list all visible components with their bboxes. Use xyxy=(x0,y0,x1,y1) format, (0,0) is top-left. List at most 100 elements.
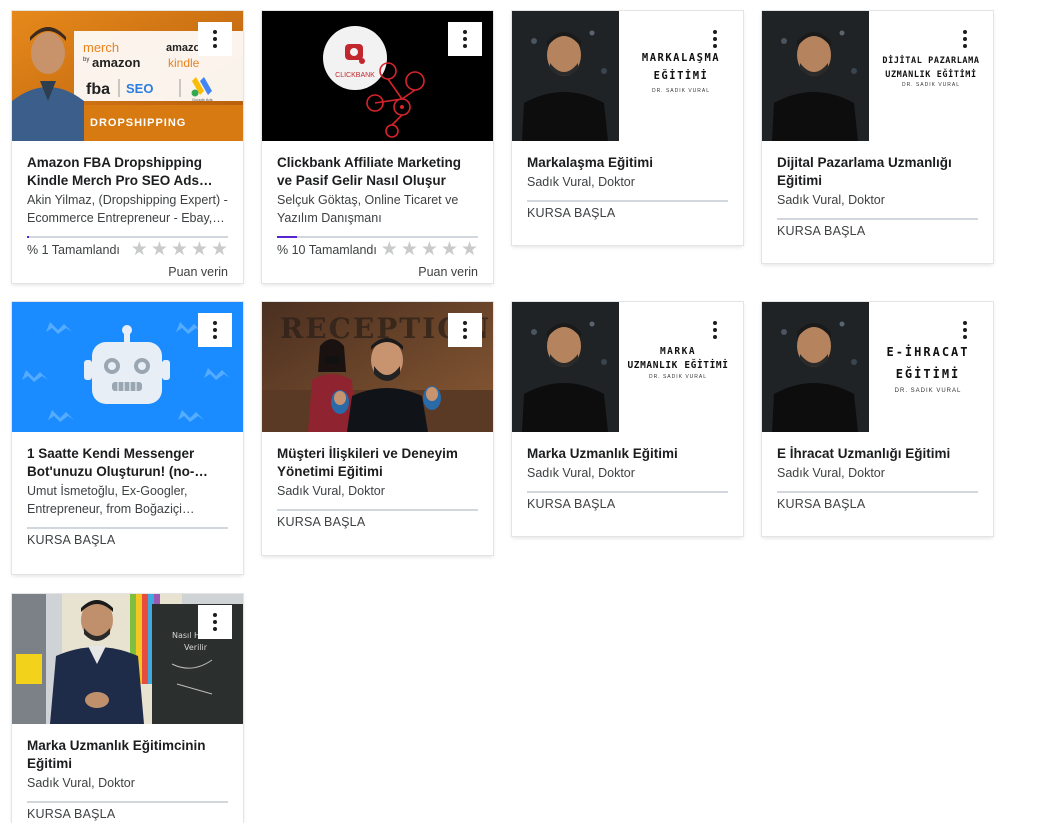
svg-text:by: by xyxy=(83,57,89,63)
course-thumbnail[interactable]: CLICKBANK xyxy=(262,11,493,141)
progress-bar xyxy=(27,236,228,238)
svg-text:amazon: amazon xyxy=(92,55,140,70)
course-thumbnail[interactable] xyxy=(12,302,243,432)
rate-link[interactable]: Puan verin xyxy=(277,260,478,285)
svg-text:DR. SADIK VURAL: DR. SADIK VURAL xyxy=(649,374,707,380)
course-card[interactable]: merch by amazon amazon kindle fba SEO Go… xyxy=(12,11,243,283)
start-course-link[interactable]: KURSA BAŞLA xyxy=(527,493,728,524)
svg-text:kindle: kindle xyxy=(168,56,200,70)
star-icon[interactable]: ★ xyxy=(211,240,228,260)
course-author: Sadık Vural, Doktor xyxy=(277,484,385,498)
start-course-link[interactable]: KURSA BAŞLA xyxy=(27,803,228,823)
start-course-link[interactable]: KURSA BAŞLA xyxy=(777,493,978,524)
progress-bar xyxy=(277,236,478,238)
start-course-link[interactable]: KURSA BAŞLA xyxy=(277,511,478,542)
course-options-button[interactable] xyxy=(948,22,982,56)
star-icon[interactable]: ★ xyxy=(461,240,478,260)
star-icon[interactable]: ★ xyxy=(381,240,398,260)
course-author: Sadık Vural, Doktor xyxy=(27,776,135,790)
course-thumbnail[interactable]: RECEPTION xyxy=(262,302,493,432)
start-course-link[interactable]: KURSA BAŞLA xyxy=(27,529,228,560)
course-title[interactable]: E İhracat Uzmanlığı Eğitimi xyxy=(777,445,978,463)
divider xyxy=(527,491,728,493)
course-card[interactable]: CLICKBANK Clickbank Affiliate Marketing … xyxy=(262,11,493,283)
course-options-button[interactable] xyxy=(198,22,232,56)
more-vertical-icon xyxy=(963,30,967,48)
course-card[interactable]: 1 Saatte Kendi Messenger Bot'unuzu Oluşt… xyxy=(12,302,243,574)
progress-label: % 1 Tamamlandı xyxy=(27,243,120,257)
course-thumbnail[interactable]: Nasıl Hoca Verilir xyxy=(12,594,243,724)
star-icon[interactable]: ★ xyxy=(171,240,188,260)
svg-text:DR. SADIK VURAL: DR. SADIK VURAL xyxy=(895,388,962,394)
star-icon[interactable]: ★ xyxy=(401,240,418,260)
course-author: Sadık Vural, Doktor xyxy=(777,466,885,480)
course-title[interactable]: Müşteri İlişkileri ve Deneyim Yönetimi E… xyxy=(277,445,478,481)
course-thumbnail[interactable]: DİJİTAL PAZARLAMA UZMANLIK EĞİTİMİ DR. S… xyxy=(762,11,993,141)
svg-text:SEO: SEO xyxy=(126,81,153,96)
divider xyxy=(777,491,978,493)
course-options-button[interactable] xyxy=(698,22,732,56)
rating-stars[interactable]: ★ ★ ★ ★ ★ xyxy=(381,240,478,260)
course-title[interactable]: Markalaşma Eğitimi xyxy=(527,154,728,172)
course-options-button[interactable] xyxy=(198,313,232,347)
svg-text:fba: fba xyxy=(86,81,110,98)
svg-text:DİJİTAL PAZARLAMA: DİJİTAL PAZARLAMA xyxy=(882,55,979,66)
course-title[interactable]: 1 Saatte Kendi Messenger Bot'unuzu Oluşt… xyxy=(27,445,228,481)
svg-text:Google Ads: Google Ads xyxy=(192,97,213,102)
svg-text:MARKA: MARKA xyxy=(660,346,696,357)
course-thumbnail[interactable]: MARKA UZMANLIK EĞİTİMİ DR. SADIK VURAL xyxy=(512,302,743,432)
merch-logo-text: merch xyxy=(83,40,119,55)
course-options-button[interactable] xyxy=(948,313,982,347)
start-course-link[interactable]: KURSA BAŞLA xyxy=(527,202,728,233)
svg-text:Verilir: Verilir xyxy=(184,643,208,652)
star-icon[interactable]: ★ xyxy=(131,240,148,260)
start-course-link[interactable]: KURSA BAŞLA xyxy=(777,220,978,251)
star-icon[interactable]: ★ xyxy=(191,240,208,260)
star-icon[interactable]: ★ xyxy=(441,240,458,260)
svg-text:DROPSHIPPING: DROPSHIPPING xyxy=(90,117,186,129)
svg-text:DR. SADIK VURAL: DR. SADIK VURAL xyxy=(652,88,710,94)
divider xyxy=(277,509,478,511)
course-card[interactable]: RECEPTION Müşteri İlişkileri ve Deneyim … xyxy=(262,302,493,555)
course-author: Umut İsmetoğlu, Ex-Googler, Entrepreneur… xyxy=(27,484,188,516)
course-options-button[interactable] xyxy=(698,313,732,347)
more-vertical-icon xyxy=(213,30,217,48)
course-title[interactable]: Marka Uzmanlık Eğitimcinin Eğitimi xyxy=(27,737,228,773)
rate-link[interactable]: Puan verin xyxy=(27,260,228,285)
divider xyxy=(27,801,228,803)
star-icon[interactable]: ★ xyxy=(421,240,438,260)
clickbank-logo-text: CLICKBANK xyxy=(335,72,375,79)
course-title[interactable]: Marka Uzmanlık Eğitimi xyxy=(527,445,728,463)
divider xyxy=(777,218,978,220)
course-title[interactable]: Clickbank Affiliate Marketing ve Pasif G… xyxy=(277,154,478,190)
course-card[interactable]: E-İHRACAT EĞİTİMİ DR. SADIK VURAL E İhra… xyxy=(762,302,993,536)
course-title[interactable]: Amazon FBA Dropshipping Kindle Merch Pro… xyxy=(27,154,228,190)
rating-stars[interactable]: ★ ★ ★ ★ ★ xyxy=(131,240,228,260)
more-vertical-icon xyxy=(963,321,967,339)
course-options-button[interactable] xyxy=(448,22,482,56)
course-thumbnail[interactable]: merch by amazon amazon kindle fba SEO Go… xyxy=(12,11,243,141)
course-author: Selçuk Göktaş, Online Ticaret ve Yazılım… xyxy=(277,193,459,225)
course-thumbnail[interactable]: MARKALAŞMA EĞİTİMİ DR. SADIK VURAL xyxy=(512,11,743,141)
more-vertical-icon xyxy=(213,321,217,339)
course-card[interactable]: MARKA UZMANLIK EĞİTİMİ DR. SADIK VURAL M… xyxy=(512,302,743,536)
course-author: Sadık Vural, Doktor xyxy=(777,193,885,207)
svg-text:DR. SADIK VURAL: DR. SADIK VURAL xyxy=(902,82,960,88)
divider xyxy=(527,200,728,202)
more-vertical-icon xyxy=(213,613,217,631)
course-thumbnail[interactable]: E-İHRACAT EĞİTİMİ DR. SADIK VURAL xyxy=(762,302,993,432)
divider xyxy=(27,527,228,529)
course-card[interactable]: MARKALAŞMA EĞİTİMİ DR. SADIK VURAL Marka… xyxy=(512,11,743,245)
more-vertical-icon xyxy=(463,30,467,48)
course-card[interactable]: Nasıl Hoca Verilir Marka Uzmanlık Eğitim… xyxy=(12,594,243,823)
course-options-button[interactable] xyxy=(448,313,482,347)
course-options-button[interactable] xyxy=(198,605,232,639)
star-icon[interactable]: ★ xyxy=(151,240,168,260)
course-author: Sadık Vural, Doktor xyxy=(527,175,635,189)
course-card[interactable]: DİJİTAL PAZARLAMA UZMANLIK EĞİTİMİ DR. S… xyxy=(762,11,993,263)
svg-text:UZMANLIK EĞİTİMİ: UZMANLIK EĞİTİMİ xyxy=(885,68,976,80)
more-vertical-icon xyxy=(463,321,467,339)
svg-text:UZMANLIK EĞİTİMİ: UZMANLIK EĞİTİMİ xyxy=(627,359,728,371)
course-title[interactable]: Dijital Pazarlama Uzmanlığı Eğitimi xyxy=(777,154,978,190)
more-vertical-icon xyxy=(713,321,717,339)
